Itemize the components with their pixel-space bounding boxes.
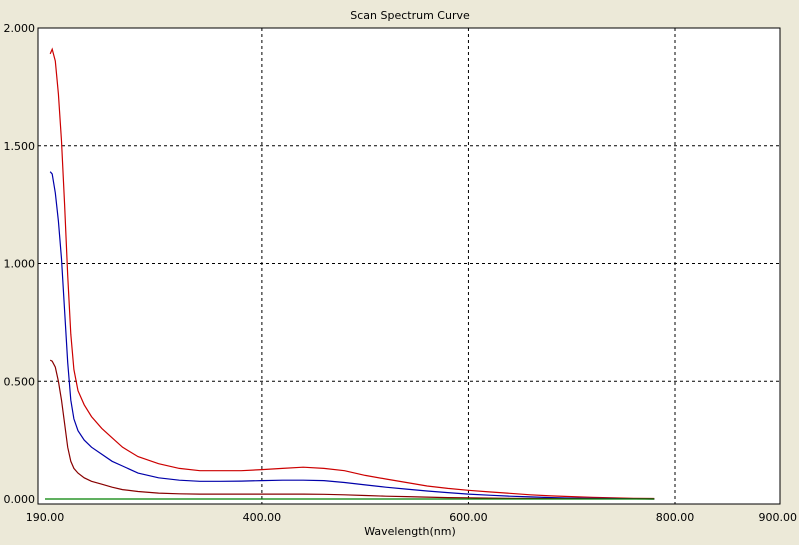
chart-title: Scan Spectrum Curve bbox=[350, 9, 470, 22]
chart-svg: 190.00 400.00 600.00 800.00 900.00 0.000 0.500… bbox=[0, 0, 799, 541]
spectrum-chart: 190.00 400.00 600.00 800.00 900.00 0.000 0.500… bbox=[0, 0, 799, 541]
y-tick-label: 2.000 bbox=[4, 22, 36, 35]
y-tick-label: 1.000 bbox=[4, 258, 36, 271]
y-tick-label: 0.500 bbox=[4, 375, 36, 388]
x-axis-label: Wavelength(nm) bbox=[364, 525, 456, 538]
x-tick-label: 800.00 bbox=[656, 511, 695, 524]
x-tick-label: 400.00 bbox=[243, 511, 282, 524]
y-tick-label: 0.000 bbox=[4, 493, 36, 506]
x-tick-label: 600.00 bbox=[449, 511, 488, 524]
plot-area bbox=[37, 27, 781, 505]
y-tick-label: 1.500 bbox=[4, 140, 36, 153]
x-tick-label: 190.00 bbox=[26, 511, 65, 524]
x-tick-label: 900.00 bbox=[759, 511, 798, 524]
